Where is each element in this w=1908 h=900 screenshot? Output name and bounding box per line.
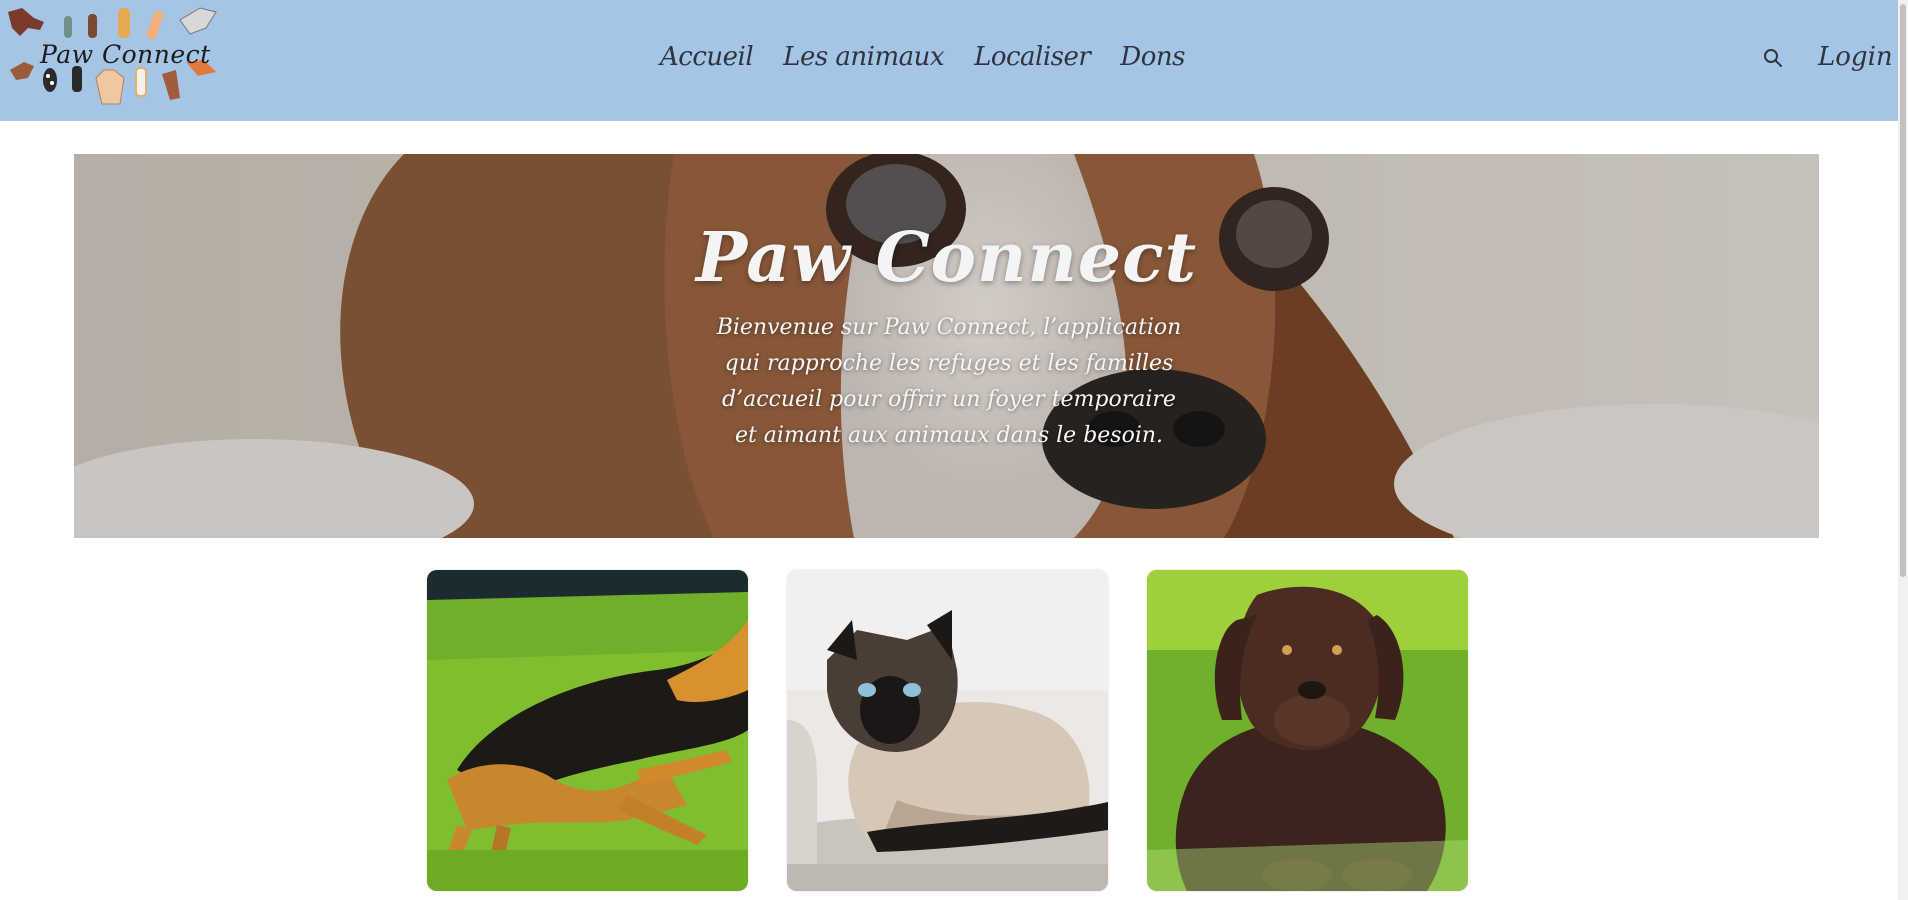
nav-item-accueil[interactable]: Accueil [660,42,754,72]
hero-title: Paw Connect [695,218,1197,298]
animal-card-siamese-cat[interactable] [787,570,1108,891]
hero-banner: Paw Connect Bienvenue sur Paw Connect, l… [74,154,1819,538]
nav-item-localiser[interactable]: Localiser [974,42,1091,72]
nav-item-les-animaux[interactable]: Les animaux [783,42,944,72]
scrollbar-thumb[interactable] [1900,4,1906,577]
nav-item-dons[interactable]: Dons [1120,42,1185,72]
logo[interactable]: Paw Connect [0,0,224,112]
german-shepherd-image [427,570,748,891]
main-nav: Accueil Les animaux Localiser Dons [660,42,1185,72]
animal-card-chocolate-labrador[interactable] [1147,570,1468,891]
logo-text: Paw Connect [40,40,211,69]
siamese-cat-image [787,570,1108,891]
page-scrollbar[interactable] [1898,0,1908,900]
login-link[interactable]: Login [1818,42,1893,72]
animal-card-german-shepherd[interactable] [427,570,748,891]
search-icon[interactable] [1762,47,1784,69]
chocolate-labrador-image [1147,570,1468,891]
hero-text: Bienvenue sur Paw Connect, l’application… [716,315,1182,448]
site-header: Paw Connect Accueil Les animaux Localise… [0,0,1898,121]
